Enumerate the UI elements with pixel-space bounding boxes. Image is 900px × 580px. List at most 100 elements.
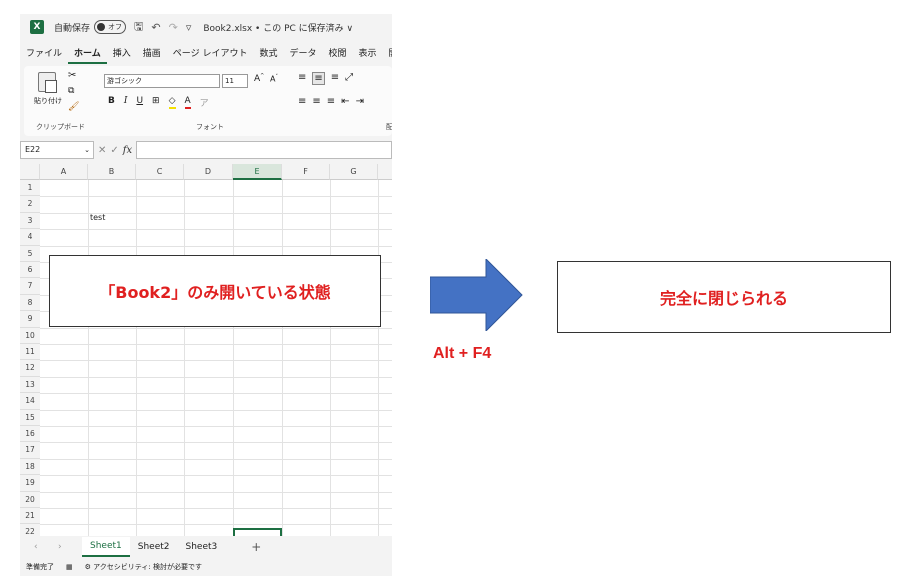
increase-indent-icon[interactable]: ⇥ <box>356 96 364 107</box>
align-top-icon[interactable]: ≡ <box>298 72 306 85</box>
ribbon-home: 貼り付け ✂ ⧉ 🖌 クリップボード 游ゴシック 11 A^ A˅ B I U … <box>24 66 392 136</box>
accessibility-status[interactable]: ⚙ アクセシビリティ: 検討が必要です <box>85 562 202 572</box>
row-header[interactable]: 19 <box>20 475 40 492</box>
tab-file[interactable]: ファイル <box>20 44 68 64</box>
active-cell-e22[interactable] <box>233 528 282 536</box>
phonetic-icon[interactable]: ア <box>200 96 209 109</box>
gridline <box>40 475 392 477</box>
column-header-b[interactable]: B <box>88 164 136 180</box>
bold-button[interactable]: B <box>108 96 115 109</box>
borders-icon[interactable]: ⊞ <box>152 96 160 109</box>
format-painter-icon[interactable]: 🖌 <box>68 102 79 112</box>
cancel-icon[interactable]: ✕ <box>98 145 106 156</box>
column-header-f[interactable]: F <box>282 164 330 180</box>
autosave-toggle[interactable]: オフ <box>94 20 127 34</box>
tab-view[interactable]: 表示 <box>353 44 383 64</box>
tab-data[interactable]: データ <box>283 44 322 64</box>
align-middle-icon[interactable]: ≡ <box>312 72 325 85</box>
row-header[interactable]: 8 <box>20 294 40 312</box>
tab-developer[interactable]: 開発 <box>383 44 392 64</box>
row-header[interactable]: 17 <box>20 442 40 459</box>
gridline <box>184 180 185 536</box>
row-header[interactable]: 2 <box>20 196 40 213</box>
add-sheet-button[interactable]: + <box>251 540 261 554</box>
enter-icon[interactable]: ✓ <box>110 145 118 156</box>
name-box[interactable]: E22 ⌄ <box>20 141 94 159</box>
font-size-select[interactable]: 11 <box>222 74 248 88</box>
align-right-icon[interactable]: ≡ <box>327 96 335 107</box>
file-title[interactable]: Book2.xlsx • この PC に保存済み ∨ <box>203 21 353 34</box>
formula-input[interactable] <box>136 141 392 159</box>
font-name-select[interactable]: 游ゴシック <box>104 74 220 88</box>
row-header[interactable]: 1 <box>20 180 40 197</box>
gridline <box>330 180 331 536</box>
grow-font-button[interactable]: A^ <box>254 73 264 84</box>
align-bottom-icon[interactable]: ≡ <box>331 72 339 85</box>
row-header[interactable]: 11 <box>20 344 40 361</box>
select-all-corner[interactable] <box>20 164 40 180</box>
macro-record-icon[interactable]: ▦ <box>66 563 73 571</box>
column-header-e[interactable]: E <box>233 164 282 180</box>
chevron-down-icon[interactable]: ⌄ <box>84 142 90 158</box>
row-header[interactable]: 3 <box>20 212 40 230</box>
row-header[interactable]: 10 <box>20 327 40 344</box>
tab-draw[interactable]: 描画 <box>137 44 167 64</box>
gridline <box>40 524 392 526</box>
customize-toolbar-icon[interactable]: ▿ <box>186 21 192 34</box>
row-header[interactable]: 4 <box>20 229 40 246</box>
undo-icon[interactable]: ↶ <box>151 21 160 34</box>
cell-b2[interactable]: test <box>90 213 105 222</box>
font-format-row: B I U ⊞ ◇ A ア <box>108 96 209 109</box>
italic-button[interactable]: I <box>124 96 128 109</box>
gridline <box>40 393 392 395</box>
row-header[interactable]: 21 <box>20 508 40 525</box>
font-color-icon[interactable]: A <box>184 96 191 109</box>
copy-icon[interactable]: ⧉ <box>68 86 74 96</box>
tab-home[interactable]: ホーム <box>68 44 107 64</box>
column-header-g[interactable]: G <box>330 164 378 180</box>
row-header[interactable]: 16 <box>20 426 40 443</box>
column-header-c[interactable]: C <box>136 164 184 180</box>
decrease-indent-icon[interactable]: ⇤ <box>341 96 349 107</box>
row-header[interactable]: 13 <box>20 376 40 394</box>
row-header[interactable]: 14 <box>20 393 40 410</box>
column-header-a[interactable]: A <box>40 164 88 180</box>
row-header[interactable]: 5 <box>20 245 40 262</box>
row-header[interactable]: 6 <box>20 262 40 279</box>
shrink-font-button[interactable]: A˅ <box>270 74 278 84</box>
fill-color-icon[interactable]: ◇ <box>168 96 176 109</box>
cut-icon[interactable]: ✂ <box>68 70 76 81</box>
column-header-d[interactable]: D <box>184 164 233 180</box>
redo-icon[interactable]: ↷ <box>169 21 178 34</box>
toggle-state: オフ <box>108 23 123 31</box>
after-state-text: 完全に閉じられる <box>659 289 788 308</box>
tab-formulas[interactable]: 数式 <box>253 44 283 64</box>
row-header[interactable]: 22 <box>20 524 40 536</box>
scroll-right-icon[interactable]: › <box>58 542 68 552</box>
insert-function-icon[interactable]: fx <box>123 145 132 156</box>
row-header[interactable]: 18 <box>20 458 40 476</box>
paste-icon[interactable] <box>38 72 57 93</box>
tab-page-layout[interactable]: ページ レイアウト <box>167 44 254 64</box>
sheet-tab-sheet2[interactable]: Sheet2 <box>130 538 178 556</box>
scroll-left-icon[interactable]: ‹ <box>34 542 44 552</box>
gridline <box>40 458 392 460</box>
align-left-icon[interactable]: ≡ <box>298 96 306 107</box>
tab-insert[interactable]: 挿入 <box>107 44 137 64</box>
underline-button[interactable]: U <box>136 96 143 109</box>
formula-bar: E22 ⌄ ✕ ✓ fx <box>20 140 392 160</box>
save-icon[interactable]: 🖫 <box>134 18 143 37</box>
paste-label[interactable]: 貼り付け <box>34 96 62 106</box>
tab-review[interactable]: 校閲 <box>323 44 353 64</box>
sheet-tab-sheet3[interactable]: Sheet3 <box>178 538 226 556</box>
sheet-tab-sheet1[interactable]: Sheet1 <box>82 537 130 557</box>
row-header[interactable]: 12 <box>20 360 40 377</box>
spreadsheet-grid[interactable]: A B C D E F G 1 2 3 4 5 6 7 8 9 10 11 12 13 14 15 16 17 1… <box>20 164 392 536</box>
row-header[interactable]: 7 <box>20 278 40 295</box>
align-center-icon[interactable]: ≡ <box>312 96 320 107</box>
orientation-icon[interactable]: ⤢ <box>345 72 353 85</box>
column-header-h[interactable] <box>378 164 392 180</box>
row-header[interactable]: 15 <box>20 409 40 426</box>
row-header[interactable]: 9 <box>20 311 40 328</box>
row-header[interactable]: 20 <box>20 491 40 508</box>
